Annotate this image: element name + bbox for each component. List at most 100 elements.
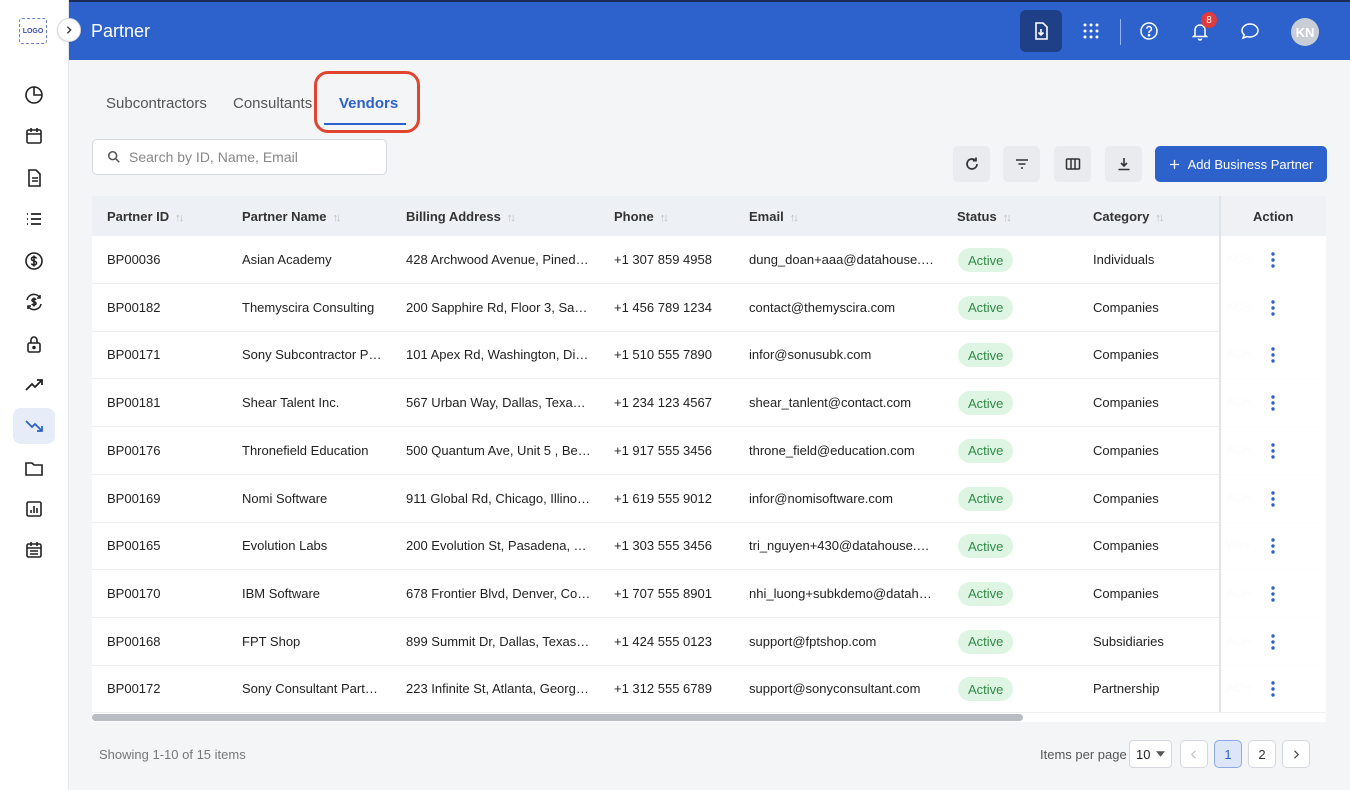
table-row[interactable]: BP00181 Shear Talent Inc. 567 Urban Way, D… xyxy=(92,379,1326,428)
cell-email: throne_field@education.com xyxy=(749,442,915,458)
sort-icon: ↑↓ xyxy=(175,212,184,224)
column-header-status[interactable]: Status ↑↓ xyxy=(957,209,1012,224)
table-row[interactable]: BP00172 Sony Consultant Partn… 223 Infinit… xyxy=(92,665,1326,714)
row-actions-menu-button[interactable] xyxy=(1263,536,1283,556)
page-button-1[interactable]: 1 xyxy=(1214,740,1242,768)
horizontal-scrollbar[interactable] xyxy=(92,714,1023,721)
cell-partner-name: Thronefield Education xyxy=(242,442,369,458)
refresh-button[interactable] xyxy=(953,146,990,182)
import-file-button[interactable] xyxy=(1020,10,1062,52)
more-vertical-icon xyxy=(1271,252,1275,268)
calendar-list-icon[interactable] xyxy=(13,532,55,568)
table-header: Partner ID ↑↓ Partner Name ↑↓ Billing Addr… xyxy=(92,196,1326,236)
tab-consultants[interactable]: Consultants xyxy=(233,95,312,112)
items-per-page-label: Items per page xyxy=(1040,747,1127,762)
pie-chart-icon[interactable] xyxy=(13,77,55,113)
folder-icon[interactable] xyxy=(13,450,55,486)
list-icon[interactable] xyxy=(13,201,55,237)
document-icon[interactable] xyxy=(13,160,55,196)
cell-partner-name: IBM Software xyxy=(242,585,321,601)
page-button-2[interactable]: 2 xyxy=(1248,740,1276,768)
dollar-icon[interactable] xyxy=(13,243,55,279)
tab-subcontractors[interactable]: Subcontractors xyxy=(106,95,207,112)
apps-grid-icon xyxy=(1083,23,1099,39)
row-actions-menu-button[interactable] xyxy=(1263,632,1283,652)
download-button[interactable] xyxy=(1105,146,1142,182)
chevron-right-icon xyxy=(1294,749,1299,759)
column-header-partner-id[interactable]: Partner ID ↑↓ xyxy=(107,209,184,224)
collapse-sidebar-button[interactable] xyxy=(57,18,81,42)
report-icon[interactable] xyxy=(13,491,55,527)
cell-email: support@sonyconsultant.com xyxy=(749,681,921,697)
status-badge: Active xyxy=(958,248,1014,272)
cell-phone: +1 303 555 3456 xyxy=(614,538,712,554)
cell-partner-id: BP00170 xyxy=(107,585,161,601)
trending-down-icon[interactable] xyxy=(13,408,55,444)
action-column-header: Action xyxy=(1221,196,1326,236)
cell-partner-id: BP00165 xyxy=(107,538,161,554)
sort-icon: ↑↓ xyxy=(332,212,342,224)
previous-page-button[interactable] xyxy=(1180,740,1208,768)
help-button[interactable] xyxy=(1128,10,1170,52)
calendar-icon[interactable] xyxy=(13,118,55,154)
row-actions-menu-button[interactable] xyxy=(1263,489,1283,509)
row-actions-menu-button[interactable] xyxy=(1263,584,1283,604)
column-header-partner-name[interactable]: Partner Name ↑↓ xyxy=(242,209,342,224)
table-row[interactable]: BP00176 Thronefield Education 500 Quantum … xyxy=(92,427,1326,475)
import-file-icon xyxy=(1035,22,1048,40)
column-header-category[interactable]: Category ↑↓ xyxy=(1093,209,1164,224)
table-row[interactable]: BP00165 Evolution Labs 200 Evolution St, P… xyxy=(92,522,1326,571)
cell-category: Companies xyxy=(1093,442,1159,458)
cell-phone: +1 510 555 7890 xyxy=(614,347,712,363)
lock-icon[interactable] xyxy=(13,326,55,362)
table-row[interactable]: BP00171 Sony Subcontractor P… 101 Apex Rd,… xyxy=(92,331,1326,380)
cell-email: contact@themyscira.com xyxy=(749,299,896,315)
cell-partner-name: Nomi Software xyxy=(242,490,328,506)
table-row[interactable]: BP00036 Asian Academy 428 Archwood Avenue,… xyxy=(92,236,1326,284)
status-badge: Active xyxy=(958,629,1014,654)
column-header-email[interactable]: Email ↑↓ xyxy=(749,209,799,224)
row-actions-menu-button[interactable] xyxy=(1263,393,1283,413)
column-header-phone[interactable]: Phone ↑↓ xyxy=(614,209,669,224)
row-actions-menu-button[interactable] xyxy=(1263,441,1283,461)
cell-category: Partnership xyxy=(1093,681,1160,697)
search-input[interactable] xyxy=(129,149,369,165)
chat-button[interactable] xyxy=(1229,10,1271,52)
row-actions-menu-button[interactable] xyxy=(1263,679,1283,699)
filter-button[interactable] xyxy=(1003,146,1040,182)
cell-email: support@fptshop.com xyxy=(749,633,877,649)
row-actions-menu-button[interactable] xyxy=(1263,298,1283,318)
search-box[interactable] xyxy=(92,139,387,175)
cell-partner-name: Asian Academy xyxy=(242,252,332,267)
notifications-button[interactable]: 8 xyxy=(1179,10,1221,52)
cell-partner-id: BP00171 xyxy=(107,347,161,363)
table-row[interactable]: BP00168 FPT Shop 899 Summit Dr, Dallas, Te… xyxy=(92,618,1326,666)
row-actions-menu-button[interactable] xyxy=(1263,345,1283,365)
trending-up-icon[interactable] xyxy=(13,367,55,403)
items-per-page-select[interactable]: 10 xyxy=(1129,740,1172,768)
table-row[interactable]: BP00169 Nomi Software 911 Global Rd, Chica… xyxy=(92,475,1326,523)
dollar-sync-icon[interactable] xyxy=(13,284,55,320)
highlight-annotation xyxy=(314,71,420,133)
table-row[interactable]: BP00182 Themyscira Consulting 200 Sapphire… xyxy=(92,284,1326,332)
apps-grid-button[interactable] xyxy=(1070,10,1112,52)
cell-partner-id: BP00176 xyxy=(107,442,161,458)
add-business-partner-button[interactable]: Add Business Partner xyxy=(1155,146,1327,182)
cell-phone: +1 307 859 4958 xyxy=(614,252,712,267)
more-vertical-icon xyxy=(1271,681,1275,697)
refresh-icon xyxy=(965,157,978,170)
row-actions-menu-button[interactable] xyxy=(1263,250,1283,270)
next-page-button[interactable] xyxy=(1282,740,1310,768)
cell-email: shear_tanlent@contact.com xyxy=(749,395,912,411)
table-row[interactable]: BP00170 IBM Software 678 Frontier Blvd, De… xyxy=(92,570,1326,618)
column-header-billing-address[interactable]: Billing Address ↑↓ xyxy=(406,209,516,224)
cell-phone: +1 234 123 4567 xyxy=(614,395,712,411)
cell-email: tri_nguyen+430@datahouse.c… xyxy=(749,538,934,554)
status-badge: Active xyxy=(958,581,1014,606)
cell-phone: +1 424 555 0123 xyxy=(614,633,712,649)
avatar[interactable]: KN xyxy=(1291,18,1319,46)
cell-email: infor@sonusubk.com xyxy=(749,347,872,363)
cell-category: Companies xyxy=(1093,585,1159,601)
status-badge: Active xyxy=(958,391,1014,416)
columns-button[interactable] xyxy=(1054,146,1091,182)
